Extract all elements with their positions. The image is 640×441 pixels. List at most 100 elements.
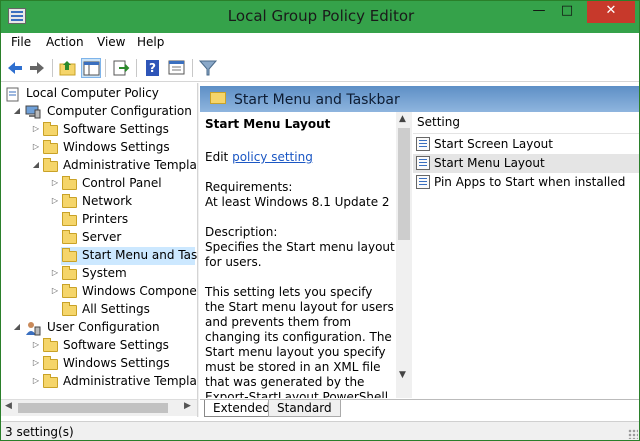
list-item-label: Start Screen Layout xyxy=(434,137,553,151)
folder-icon xyxy=(62,194,78,208)
tree-label: Administrative Template xyxy=(63,158,197,172)
scroll-right-icon[interactable]: ▶ xyxy=(184,401,191,411)
tree-label: Start Menu and Taskb xyxy=(82,248,197,262)
tree-node-windows-settings[interactable]: ▷ Windows Settings xyxy=(31,139,197,157)
tree-horizontal-scrollbar[interactable]: ◀ ▶ xyxy=(1,399,197,416)
extended-description-pane: Start Menu Layout Edit policy setting Re… xyxy=(200,112,396,398)
expand-arrow-icon[interactable]: ▷ xyxy=(31,376,41,385)
folder-up-icon[interactable] xyxy=(58,58,78,78)
toolbar: ? xyxy=(1,54,639,82)
svg-text:?: ? xyxy=(149,61,156,75)
tree-label: Server xyxy=(82,230,122,244)
expand-arrow-icon[interactable]: ▷ xyxy=(50,178,60,187)
settings-list: Setting Start Screen Layout Start Menu L… xyxy=(413,112,639,398)
tree-node-local-computer-policy[interactable]: Local Computer Policy xyxy=(6,85,196,103)
title-bar[interactable]: Local Group Policy Editor — □ ✕ xyxy=(1,1,639,33)
description-body: This setting lets you specify the Start … xyxy=(205,285,394,398)
column-header-divider xyxy=(413,133,639,134)
expand-arrow-icon[interactable]: ▷ xyxy=(50,286,60,295)
expand-arrow-icon[interactable]: ▷ xyxy=(50,196,60,205)
pane-splitter[interactable] xyxy=(197,83,199,417)
tree-label: Network xyxy=(82,194,133,208)
menu-help[interactable]: Help xyxy=(137,35,164,49)
expand-arrow-icon[interactable]: ▷ xyxy=(31,142,41,151)
scroll-up-icon[interactable]: ▲ xyxy=(399,114,406,124)
close-button[interactable]: ✕ xyxy=(587,1,635,23)
tree-label: System xyxy=(82,266,127,280)
folder-icon xyxy=(62,212,78,226)
category-title: Start Menu and Taskbar xyxy=(234,92,400,108)
filter-icon[interactable] xyxy=(198,58,218,78)
edit-line: Edit policy setting xyxy=(205,150,395,165)
list-item-label: Pin Apps to Start when installed xyxy=(434,175,626,189)
tree-node-computer-configuration[interactable]: ◢ Computer Configuration xyxy=(12,103,197,121)
menu-action[interactable]: Action xyxy=(46,35,84,49)
scrollbar-thumb[interactable] xyxy=(398,128,410,240)
scroll-down-icon[interactable]: ▼ xyxy=(399,370,406,380)
requirements-value: At least Windows 8.1 Update 2 xyxy=(205,195,390,209)
tree-label: Administrative Template xyxy=(63,374,197,388)
expand-arrow-icon[interactable]: ▷ xyxy=(50,268,60,277)
forward-arrow-icon[interactable] xyxy=(27,58,47,78)
tree-label: Control Panel xyxy=(82,176,162,190)
tree-node-administrative-templates[interactable]: ◢ Administrative Template xyxy=(31,157,197,175)
folder-icon xyxy=(43,122,59,136)
tree-node-user-software-settings[interactable]: ▷ Software Settings xyxy=(31,337,197,355)
selected-setting-title: Start Menu Layout xyxy=(205,117,331,131)
category-header: Start Menu and Taskbar xyxy=(200,86,639,112)
tab-standard[interactable]: Standard xyxy=(268,400,341,417)
folder-open-icon xyxy=(210,92,226,104)
export-list-icon[interactable] xyxy=(111,58,131,78)
tree-label: Computer Configuration xyxy=(47,104,192,118)
back-arrow-icon[interactable] xyxy=(5,58,25,78)
tree-node-network[interactable]: ▷ Network xyxy=(50,193,197,211)
tree-node-windows-components[interactable]: ▷ Windows Componen xyxy=(50,283,197,301)
user-icon xyxy=(25,321,41,336)
expand-arrow-icon[interactable]: ▷ xyxy=(31,124,41,133)
expand-arrow-icon[interactable]: ▷ xyxy=(31,340,41,349)
tree-node-software-settings[interactable]: ▷ Software Settings xyxy=(31,121,197,139)
expand-arrow-icon[interactable]: ▷ xyxy=(31,358,41,367)
edit-policy-link[interactable]: policy setting xyxy=(232,150,313,164)
folder-open-icon xyxy=(43,158,59,172)
description-vertical-scrollbar[interactable]: ▲ ▼ xyxy=(396,112,412,398)
tree-node-start-menu-and-taskbar[interactable]: Start Menu and Taskb xyxy=(61,247,197,265)
minimize-button[interactable]: — xyxy=(525,1,553,23)
menu-file[interactable]: File xyxy=(11,35,31,49)
menu-view[interactable]: View xyxy=(97,35,125,49)
toolbar-separator xyxy=(105,59,106,77)
show-hide-tree-icon[interactable] xyxy=(81,58,101,78)
collapse-arrow-icon[interactable]: ◢ xyxy=(12,106,22,115)
list-item[interactable]: Start Menu Layout xyxy=(413,154,639,173)
collapse-arrow-icon[interactable]: ◢ xyxy=(12,322,22,331)
tree-node-all-settings[interactable]: All Settings xyxy=(50,301,197,319)
list-item[interactable]: Start Screen Layout xyxy=(413,135,639,154)
help-icon[interactable]: ? xyxy=(143,58,163,78)
policy-setting-icon xyxy=(416,156,430,170)
tree-node-printers[interactable]: Printers xyxy=(50,211,197,229)
scroll-left-icon[interactable]: ◀ xyxy=(5,401,12,411)
folder-icon xyxy=(43,374,59,388)
tree-label: Windows Settings xyxy=(63,140,170,154)
properties-icon[interactable] xyxy=(167,58,187,78)
description-line1: Specifies the Start menu layout for user… xyxy=(205,240,395,269)
tree-label: Software Settings xyxy=(63,338,169,352)
computer-icon xyxy=(25,105,41,119)
tree-node-system[interactable]: ▷ System xyxy=(50,265,197,283)
folder-icon xyxy=(62,248,78,262)
tree-label: User Configuration xyxy=(47,320,160,334)
policy-document-icon xyxy=(6,87,22,102)
list-item[interactable]: Pin Apps to Start when installed xyxy=(413,173,639,192)
tree-node-user-configuration[interactable]: ◢ User Configuration xyxy=(12,319,197,337)
scrollbar-thumb[interactable] xyxy=(18,403,168,413)
column-header-setting[interactable]: Setting xyxy=(417,115,460,129)
tree-node-server[interactable]: Server xyxy=(50,229,197,247)
tree-node-user-administrative-templates[interactable]: ▷ Administrative Template xyxy=(31,373,197,391)
tree-node-user-windows-settings[interactable]: ▷ Windows Settings xyxy=(31,355,197,373)
maximize-button[interactable]: □ xyxy=(553,1,581,23)
gpedit-window: Local Group Policy Editor — □ ✕ File Act… xyxy=(0,0,640,441)
collapse-arrow-icon[interactable]: ◢ xyxy=(31,160,41,169)
tree-label: Local Computer Policy xyxy=(26,86,159,100)
tree-node-control-panel[interactable]: ▷ Control Panel xyxy=(50,175,197,193)
resize-grip-icon[interactable] xyxy=(628,429,638,439)
